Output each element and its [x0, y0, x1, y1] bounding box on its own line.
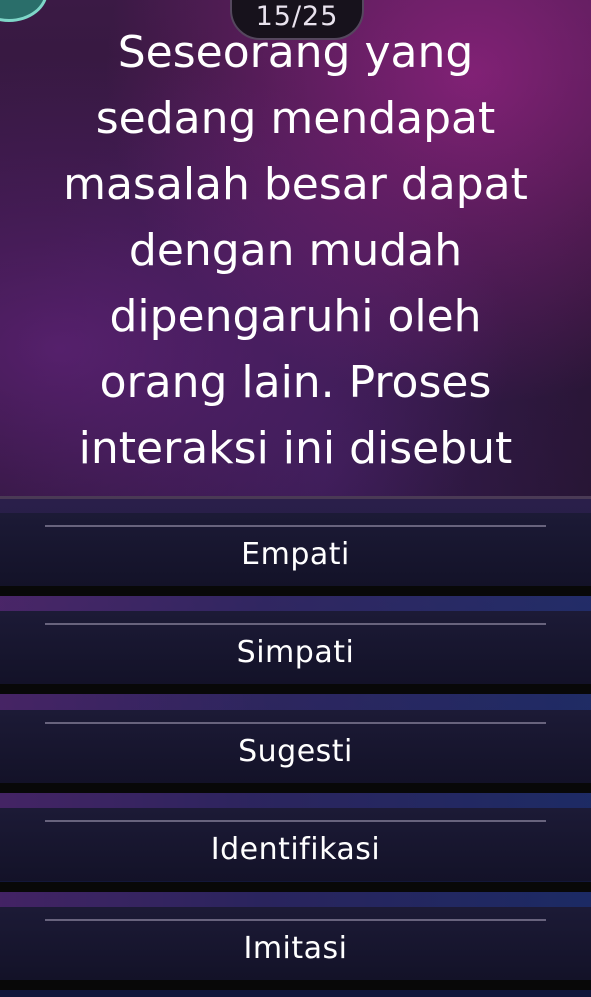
- answer-option-sugesti[interactable]: Sugesti: [0, 710, 591, 783]
- answer-option-identifikasi[interactable]: Identifikasi: [0, 808, 591, 881]
- answer-option-empati[interactable]: Empati: [0, 513, 591, 586]
- question-text: Seseorang yang sedang mendapat masalah b…: [63, 27, 528, 474]
- corner-badge-icon: [0, 0, 48, 22]
- option-separator: [0, 684, 591, 694]
- answer-option-label: Sugesti: [238, 734, 353, 769]
- answer-list: Empati Simpati Sugesti Identifikasi Imit…: [0, 499, 591, 997]
- option-separator: [0, 783, 591, 793]
- question-panel: 15/25 Seseorang yang sedang mendapat mas…: [0, 0, 591, 498]
- answer-option-simpati[interactable]: Simpati: [0, 611, 591, 684]
- answer-option-label: Simpati: [236, 635, 355, 670]
- answer-option-label: Identifikasi: [210, 832, 381, 867]
- option-separator: [0, 980, 591, 990]
- answer-option-imitasi[interactable]: Imitasi: [0, 907, 591, 980]
- option-separator: [0, 882, 591, 892]
- answer-option-label: Imitasi: [243, 931, 348, 966]
- option-separator: [0, 586, 591, 596]
- answer-option-label: Empati: [241, 537, 350, 572]
